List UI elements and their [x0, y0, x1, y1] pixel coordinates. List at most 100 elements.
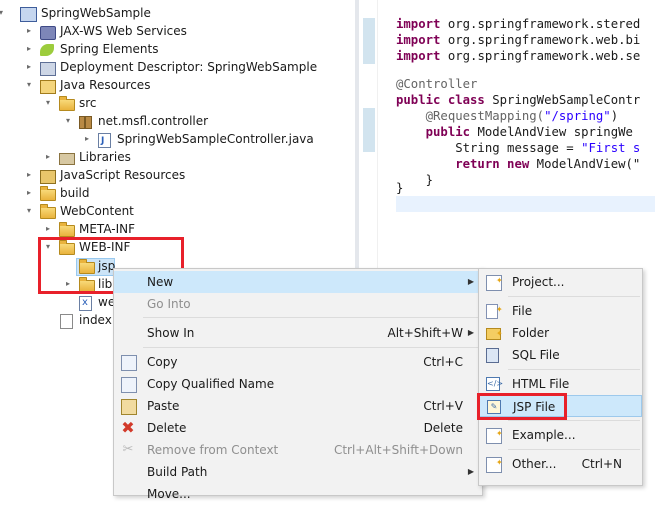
menu-item-accelerator: Ctrl+N: [581, 457, 622, 471]
web-services-icon: [40, 26, 56, 40]
remove-from-context-icon: ✂: [122, 442, 134, 457]
code-line: import org.springframework.web.se: [396, 48, 640, 64]
menu-item-accelerator: Ctrl+Alt+Shift+Down: [333, 443, 463, 457]
menu-separator: [143, 347, 480, 348]
folder-icon: [40, 204, 56, 219]
code-line: import org.springframework.stered: [396, 16, 640, 32]
code-line: return new ModelAndView(": [396, 156, 640, 172]
code-text: org.springframework.web.se: [440, 49, 641, 63]
menu-item-html-file[interactable]: </> HTML File: [479, 373, 642, 395]
menu-item-label: Move...: [147, 487, 191, 501]
menu-item-paste[interactable]: Paste Ctrl+V: [114, 395, 482, 417]
menu-item-project[interactable]: ✦ Project...: [479, 271, 642, 293]
tree-item-label: Libraries: [79, 150, 131, 164]
code-line: @RequestMapping("/spring"): [396, 108, 619, 124]
menu-item-remove-from-context[interactable]: ✂ Remove from Context Ctrl+Alt+Shift+Dow…: [114, 439, 482, 461]
java-file-icon: [98, 132, 111, 150]
code-keyword: import: [396, 17, 441, 31]
code-line: @Controller: [396, 76, 477, 92]
expand-twisty[interactable]: ▸: [24, 184, 34, 202]
menu-item-label: Example...: [512, 428, 576, 442]
folder-icon: [40, 186, 56, 201]
tree-item-label: index.: [79, 313, 116, 327]
menu-item-go-into[interactable]: Go Into: [114, 293, 482, 315]
tree-item-label: src: [79, 96, 97, 110]
delete-icon: ✖: [121, 418, 135, 437]
code-keyword: import: [396, 49, 441, 63]
menu-item-label: SQL File: [512, 348, 560, 362]
menu-item-file[interactable]: ✦ File: [479, 300, 642, 322]
menu-item-example[interactable]: ✦ Example...: [479, 424, 642, 446]
folder-icon: [59, 222, 75, 237]
expand-twisty[interactable]: ▸: [24, 22, 34, 40]
menu-item-label: Project...: [512, 275, 565, 289]
menu-item-other[interactable]: ✦ Other... Ctrl+N: [479, 453, 642, 475]
code-keyword: public: [396, 125, 471, 139]
expand-twisty[interactable]: ▸: [24, 58, 34, 76]
menu-item-label: File: [512, 304, 533, 318]
expand-twisty[interactable]: ▾: [63, 112, 73, 130]
expand-twisty[interactable]: ▾: [24, 76, 34, 94]
menu-item-copy[interactable]: Copy Ctrl+C: [114, 351, 482, 373]
code-text: }: [396, 181, 404, 195]
expand-twisty[interactable]: ▾: [43, 94, 53, 112]
tree-item-label: net.msfl.controller: [98, 114, 209, 128]
expand-twisty[interactable]: ▸: [43, 148, 53, 166]
code-annotation: @RequestMapping(: [396, 109, 545, 123]
code-annotation: @Controller: [396, 77, 478, 91]
menu-separator: [143, 317, 480, 318]
code-keyword: return new: [396, 157, 530, 171]
code-string: "First s: [581, 141, 641, 155]
code-keyword: import: [396, 33, 441, 47]
expand-twisty[interactable]: ▸: [43, 220, 53, 238]
highlight-box-jsp-file: [477, 393, 567, 420]
sql-file-icon: [486, 348, 499, 363]
html-file-icon: </>: [486, 377, 503, 391]
menu-item-sql-file[interactable]: SQL File: [479, 344, 642, 366]
change-marker: [363, 108, 375, 152]
menu-separator: [508, 369, 640, 370]
expand-twisty[interactable]: ▸: [24, 166, 34, 184]
spring-leaf-icon: [40, 44, 54, 56]
menu-item-label: Folder: [512, 326, 550, 340]
menu-item-new[interactable]: New ▶: [114, 271, 482, 293]
menu-item-delete[interactable]: ✖ Delete Delete: [114, 417, 482, 439]
menu-item-build-path[interactable]: Build Path ▶: [114, 461, 482, 483]
expand-twisty[interactable]: ▾: [0, 4, 6, 22]
code-keyword: public class: [396, 93, 485, 107]
new-submenu: ✦ Project... ✦ File ✦ Folder SQL File </…: [478, 268, 643, 486]
expand-twisty[interactable]: ▸: [82, 130, 92, 148]
submenu-arrow-icon: ▶: [467, 277, 474, 286]
new-project-icon: ✦: [486, 275, 503, 291]
menu-item-accelerator: Alt+Shift+W: [387, 326, 464, 340]
libraries-icon: [59, 153, 75, 165]
context-menu: New ▶ Go Into Show In Alt+Shift+W ▶ Copy…: [113, 268, 483, 501]
submenu-arrow-icon: ▶: [467, 467, 474, 476]
menu-item-label: Other...: [512, 457, 557, 471]
menu-item-show-in[interactable]: Show In Alt+Shift+W ▶: [114, 322, 482, 344]
code-line: import org.springframework.web.bi: [396, 32, 640, 48]
web-project-icon: [20, 7, 37, 22]
menu-item-copy-qualified-name[interactable]: Copy Qualified Name: [114, 373, 482, 395]
code-line: }: [396, 180, 403, 196]
menu-item-label: Copy: [147, 355, 178, 369]
deployment-descriptor-icon: [40, 62, 56, 76]
menu-item-label: Delete: [147, 421, 187, 435]
xml-file-icon: [79, 294, 92, 312]
menu-item-move[interactable]: Move...: [114, 483, 482, 505]
menu-separator: [508, 296, 640, 297]
new-other-icon: ✦: [486, 457, 503, 473]
code-text: SpringWebSampleContr: [484, 93, 641, 107]
code-text: org.springframework.stered: [440, 17, 641, 31]
code-line: String message = "First s: [396, 140, 640, 156]
menu-item-folder[interactable]: ✦ Folder: [479, 322, 642, 344]
tree-item-label: Java Resources: [60, 78, 151, 92]
new-folder-icon: ✦: [486, 328, 503, 340]
code-text: ): [610, 109, 619, 123]
copy-icon: [121, 355, 137, 371]
copy-qualified-name-icon: [121, 377, 137, 393]
expand-twisty[interactable]: ▾: [24, 202, 34, 220]
expand-twisty[interactable]: ▸: [24, 40, 34, 58]
tree-item-label: Spring Elements: [60, 42, 159, 56]
menu-item-label: Remove from Context: [147, 443, 279, 457]
